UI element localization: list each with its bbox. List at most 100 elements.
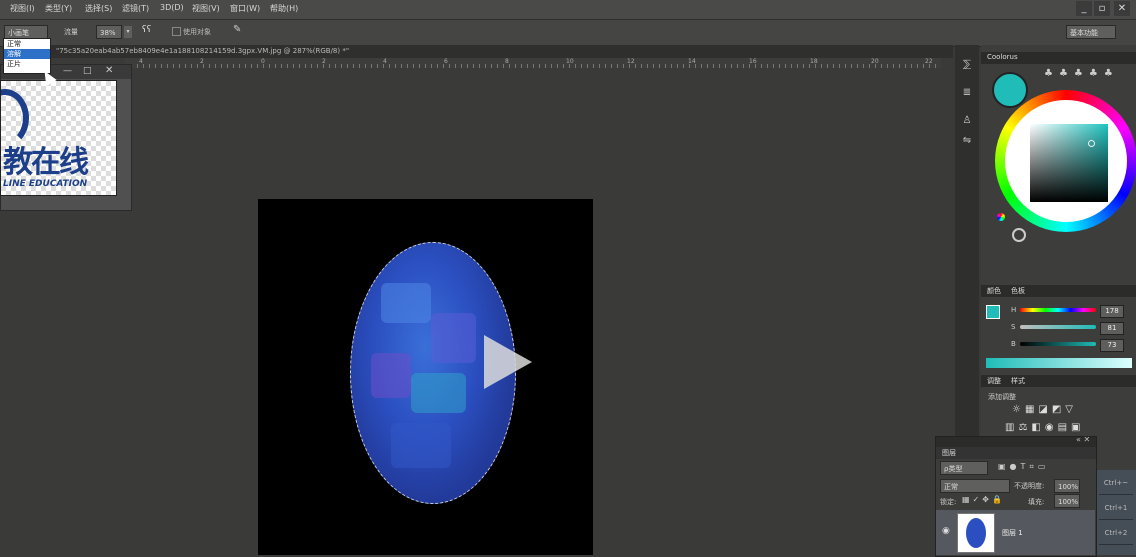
menu-type[interactable]: 类型(Y) bbox=[45, 3, 72, 14]
eye-icon[interactable]: ◉ bbox=[942, 526, 950, 536]
dropdown-option[interactable]: 正常 bbox=[4, 39, 50, 49]
tab-swatches[interactable]: 色板 bbox=[1011, 286, 1025, 296]
brand-subtitle: LINE EDUCATION bbox=[3, 179, 88, 189]
brightness-value[interactable]: 73 bbox=[1100, 339, 1124, 352]
tab-styles[interactable]: 样式 bbox=[1011, 376, 1025, 386]
airbrush-icon[interactable]: ʕʕ bbox=[142, 25, 151, 35]
close-button[interactable]: ✕ bbox=[1114, 1, 1130, 16]
blend-mode-dropdown[interactable]: 正常 溶解 正片 bbox=[3, 38, 51, 74]
document-title: "75c35a20eab4ab57eb8409e4e1a188108214159… bbox=[56, 47, 350, 55]
color-picker-marker[interactable] bbox=[1088, 140, 1095, 147]
flow-dropdown-icon[interactable]: ▾ bbox=[124, 26, 132, 38]
hue-value[interactable]: 178 bbox=[1100, 305, 1124, 318]
fill-label: 填充: bbox=[1028, 498, 1045, 506]
menu-bar: 视图(I) 类型(Y) 选择(S) 滤镜(T) 3D(D) 视图(V) 窗口(W… bbox=[0, 0, 1136, 19]
adjustments-panel-header: 调整 样式 bbox=[981, 375, 1136, 387]
menu-view2[interactable]: 视图(V) bbox=[192, 3, 220, 14]
color-ramp[interactable] bbox=[986, 358, 1132, 368]
ruler-tick: 8 bbox=[505, 58, 509, 65]
brush-mode-select[interactable]: 小画笔 bbox=[4, 25, 48, 39]
ruler-tick: 2 bbox=[322, 58, 326, 65]
flow-label: 流量 bbox=[64, 28, 78, 36]
ruler-tick: 12 bbox=[627, 58, 635, 65]
texture-patch bbox=[381, 283, 431, 323]
adjustment-icons-row-1[interactable]: ☼▦◪◩▽ bbox=[1012, 404, 1077, 415]
ruler-tick: 6 bbox=[444, 58, 448, 65]
horizontal-ruler: 4 2 0 2 4 6 8 10 12 14 16 18 20 22 bbox=[125, 58, 941, 68]
texture-patch bbox=[411, 373, 466, 413]
shortcut-button[interactable]: Ctrl+~ bbox=[1099, 472, 1133, 495]
color-mode-icon[interactable] bbox=[997, 213, 1005, 221]
tab-adjustments[interactable]: 调整 bbox=[987, 376, 1001, 386]
current-color-swatch[interactable] bbox=[992, 72, 1028, 108]
foreground-color-icon[interactable] bbox=[986, 305, 1000, 319]
pen-pressure-icon[interactable]: ✎ bbox=[233, 24, 241, 35]
document-tab[interactable]: "75c35a20eab4ab57eb8409e4e1a188108214159… bbox=[50, 45, 953, 58]
layer-thumbnail bbox=[957, 513, 995, 553]
menu-window[interactable]: 窗口(W) bbox=[230, 3, 260, 14]
channel-shortcuts: Ctrl+~ Ctrl+1 Ctrl+2 bbox=[1096, 470, 1136, 555]
color-panel-header: 颜色 色板 bbox=[981, 285, 1136, 297]
lock-icons[interactable]: ▦✓✥🔒 bbox=[962, 495, 1005, 504]
brush-presets-icon[interactable]: ♙ bbox=[961, 115, 973, 127]
lock-label: 锁定: bbox=[940, 498, 957, 506]
saturation-slider[interactable] bbox=[1020, 325, 1096, 329]
blend-mode-select[interactable]: 正常 bbox=[940, 479, 1010, 493]
shortcut-button[interactable]: Ctrl+1 bbox=[1099, 497, 1133, 520]
layer-name: 图层 1 bbox=[1002, 529, 1023, 537]
history-icon[interactable]: ⅀ bbox=[961, 59, 973, 71]
checkbox-icon[interactable] bbox=[172, 27, 181, 36]
shortcut-button[interactable]: Ctrl+2 bbox=[1099, 522, 1133, 545]
ruler-tick: 20 bbox=[871, 58, 879, 65]
properties-icon[interactable]: ≣ bbox=[961, 87, 973, 99]
brush-tips-icon[interactable]: ♣♣♣♣♣ bbox=[1044, 68, 1119, 79]
panel-collapse-icon[interactable]: « ✕ bbox=[1076, 435, 1090, 444]
close-icon[interactable]: ✕ bbox=[105, 65, 113, 76]
opacity-input[interactable]: 100% bbox=[1054, 479, 1080, 493]
menu-help[interactable]: 帮助(H) bbox=[270, 3, 298, 14]
tab-color[interactable]: 颜色 bbox=[987, 286, 1001, 296]
saturation-label: S bbox=[1011, 323, 1016, 331]
saturation-brightness-square[interactable] bbox=[1030, 124, 1108, 202]
fill-input[interactable]: 100% bbox=[1054, 494, 1080, 508]
ruler-tick: 4 bbox=[383, 58, 387, 65]
texture-patch bbox=[371, 353, 411, 398]
coolorus-title: Coolorus bbox=[987, 53, 1018, 61]
texture-patch bbox=[391, 423, 451, 468]
ruler-tick: 2 bbox=[200, 58, 204, 65]
menu-filter[interactable]: 滤镜(T) bbox=[122, 3, 149, 14]
adjust-icon[interactable]: ⇋ bbox=[961, 135, 973, 147]
ruler-tick: 0 bbox=[261, 58, 265, 65]
ruler-tick: 16 bbox=[749, 58, 757, 65]
navigator-thumbnail: 教在线 LINE EDUCATION bbox=[0, 80, 117, 196]
minimize-icon[interactable]: — bbox=[63, 66, 72, 76]
ruler-tick: 10 bbox=[566, 58, 574, 65]
layer-filter-select[interactable]: ρ类型 bbox=[940, 461, 988, 475]
menu-view[interactable]: 视图(I) bbox=[10, 3, 35, 14]
brightness-label: B bbox=[1011, 340, 1016, 348]
layers-tab-bar: 图层 bbox=[936, 447, 1096, 459]
hue-label: H bbox=[1011, 306, 1017, 314]
video-play-icon[interactable] bbox=[484, 335, 532, 389]
dropdown-option[interactable]: 正片 bbox=[4, 59, 50, 69]
workspace-select[interactable]: 基本功能 bbox=[1066, 25, 1116, 39]
coolorus-panel-header[interactable]: Coolorus bbox=[981, 52, 1136, 64]
reset-color-icon[interactable] bbox=[1012, 228, 1026, 242]
ruler-tick: 4 bbox=[139, 58, 143, 65]
menu-3d[interactable]: 3D(D) bbox=[160, 3, 184, 12]
opacity-label: 不透明度: bbox=[1014, 482, 1045, 490]
texture-patch bbox=[431, 313, 476, 363]
flow-input[interactable]: 38% bbox=[96, 25, 122, 39]
adjustment-icons-row-2[interactable]: ▥⚖◧◉▤▣ bbox=[1005, 422, 1084, 433]
ruler-tick: 18 bbox=[810, 58, 818, 65]
dropdown-option-selected[interactable]: 溶解 bbox=[4, 49, 50, 59]
layer-filter-icons[interactable]: ▣●T⌗▭ bbox=[998, 462, 1050, 472]
maximize-icon[interactable]: □ bbox=[83, 66, 92, 76]
saturation-value[interactable]: 81 bbox=[1100, 322, 1124, 335]
hue-slider[interactable] bbox=[1020, 308, 1096, 312]
menu-select[interactable]: 选择(S) bbox=[85, 3, 112, 14]
minimize-button[interactable]: _ bbox=[1076, 1, 1092, 16]
brightness-slider[interactable] bbox=[1020, 342, 1096, 346]
tab-layers[interactable]: 图层 bbox=[942, 448, 956, 458]
restore-button[interactable]: ▫ bbox=[1094, 1, 1110, 16]
